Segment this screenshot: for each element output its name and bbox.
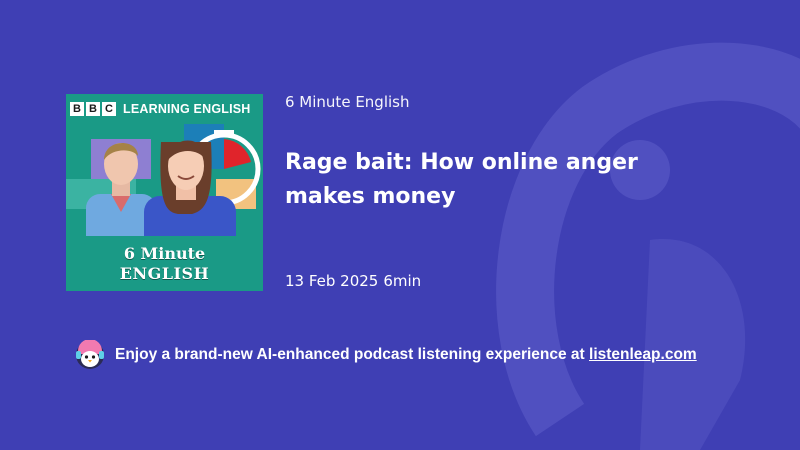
penguin-mascot-icon: [76, 340, 104, 369]
episode-meta: 13 Feb 2025 6min: [285, 272, 421, 290]
cover-title-line1: 6 Minute: [123, 244, 206, 263]
episode-duration: 6min: [383, 272, 422, 290]
episode-title[interactable]: Rage bait: How online anger makes money: [285, 146, 705, 214]
bbc-learning-english-logo: B B C LEARNING ENGLISH: [70, 102, 251, 116]
promo-banner: Enjoy a brand-new AI-enhanced podcast li…: [75, 340, 697, 370]
bbc-letter-c: C: [102, 102, 116, 116]
cover-title-line2: ENGLISH: [119, 264, 210, 283]
show-name[interactable]: 6 Minute English: [285, 93, 409, 111]
podcast-cover-art[interactable]: B B C LEARNING ENGLISH 6 Minute ENGLISH: [66, 94, 263, 291]
bbc-brand-title: LEARNING ENGLISH: [123, 102, 251, 116]
episode-date: 13 Feb 2025: [285, 272, 379, 290]
promo-message: Enjoy a brand-new AI-enhanced podcast li…: [115, 346, 590, 363]
listenleap-link[interactable]: listenleap.com: [589, 346, 697, 363]
promo-text: Enjoy a brand-new AI-enhanced podcast li…: [115, 346, 697, 364]
bbc-letter-b1: B: [70, 102, 84, 116]
bbc-letter-b2: B: [86, 102, 100, 116]
